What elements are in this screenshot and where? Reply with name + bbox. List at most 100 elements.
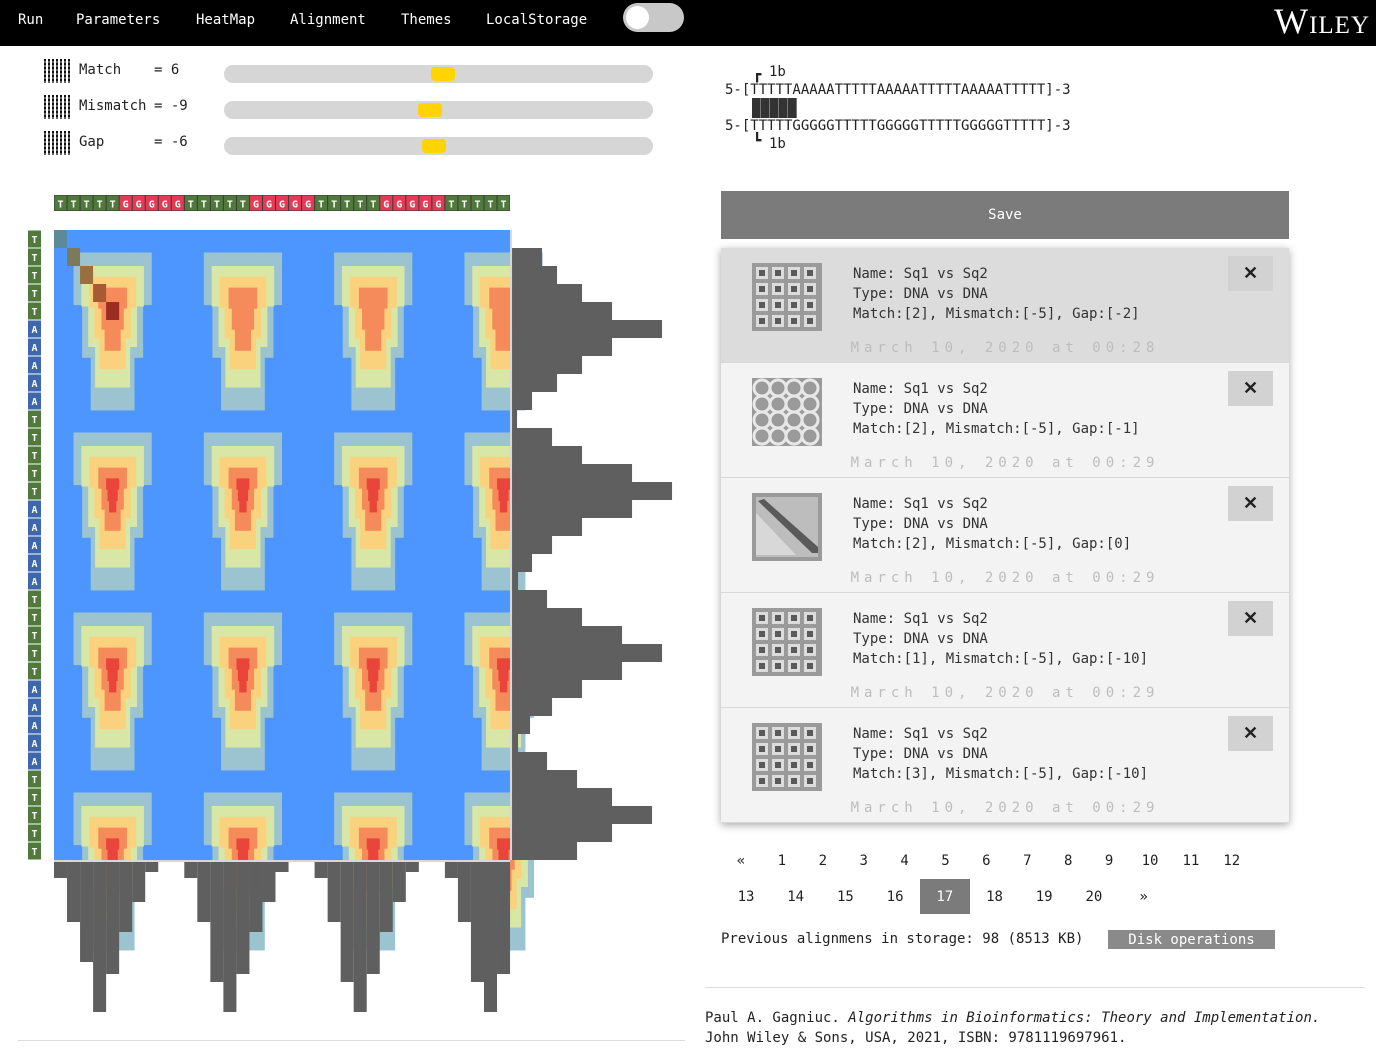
- row-histogram-bar: [512, 392, 533, 410]
- column-histogram-bar: [327, 862, 341, 922]
- menu-heatmap[interactable]: HeatMap: [196, 12, 255, 28]
- left-base-label: A: [31, 325, 37, 336]
- top-base-label: T: [110, 200, 116, 211]
- card-info: Name: Sq1 vs Sq2 Type: DNA vs DNA Match:[2…: [853, 494, 1131, 554]
- top-base-label: G: [123, 200, 129, 211]
- left-base-label: A: [31, 757, 37, 768]
- menu-run[interactable]: Run: [18, 12, 43, 28]
- theme-toggle[interactable]: [623, 3, 684, 32]
- delete-record-button[interactable]: ✕: [1228, 371, 1273, 406]
- histogram-divider: [510, 230, 513, 860]
- page-link[interactable]: 12: [1208, 843, 1256, 878]
- card-params: Match:[2], Mismatch:[-5], Gap:[0]: [853, 536, 1132, 552]
- delete-record-button[interactable]: ✕: [1228, 486, 1273, 521]
- page-next[interactable]: »: [1119, 879, 1169, 914]
- score-cell: [239, 667, 247, 693]
- menu-parameters[interactable]: Parameters: [76, 12, 160, 28]
- saved-alignment-card[interactable]: Name: Sq1 vs Sq2 Type: DNA vs DNA Match:[2…: [721, 478, 1289, 593]
- save-button[interactable]: Save: [721, 191, 1289, 239]
- matrix-icon: [44, 59, 70, 83]
- row-histogram-bar: [512, 446, 583, 464]
- gap-slider[interactable]: [224, 137, 653, 155]
- card-date: March 10, 2020 at 00:29: [850, 800, 1160, 816]
- top-base-label: T: [331, 200, 337, 211]
- row-histogram-bar: [512, 572, 519, 590]
- column-histogram-bar: [132, 862, 146, 902]
- card-info: Name: Sq1 vs Sq2 Type: DNA vs DNA Match:[2…: [853, 379, 1140, 439]
- left-base-label: T: [31, 307, 37, 318]
- menu-alignment[interactable]: Alignment: [290, 12, 366, 28]
- row-histogram-bar: [512, 806, 653, 824]
- column-histogram-bar: [223, 862, 237, 1012]
- top-base-label: T: [344, 200, 350, 211]
- card-date: March 10, 2020 at 00:28: [850, 340, 1160, 356]
- saved-alignment-card[interactable]: Name: Sq1 vs Sq2 Type: DNA vs DNA Match:[2…: [721, 248, 1289, 363]
- column-histogram-bar: [353, 862, 367, 1012]
- page-link[interactable]: 17: [919, 879, 970, 914]
- match-slider[interactable]: [224, 65, 653, 83]
- page-link[interactable]: 16: [870, 879, 920, 914]
- saved-alignment-card[interactable]: Name: Sq1 vs Sq2 Type: DNA vs DNA Match:[1…: [721, 593, 1289, 708]
- saved-alignment-card[interactable]: Name: Sq1 vs Sq2 Type: DNA vs DNA Match:[2…: [721, 363, 1289, 478]
- page-link[interactable]: 19: [1019, 879, 1069, 914]
- top-base-label: T: [71, 200, 77, 211]
- column-histogram-bar: [145, 862, 159, 872]
- slider-thumb[interactable]: [430, 67, 455, 81]
- disk-operations-button[interactable]: Disk operations: [1108, 930, 1275, 949]
- column-histogram-bar: [249, 862, 263, 932]
- left-base-label: A: [31, 685, 37, 696]
- left-base-label: T: [31, 253, 37, 264]
- row-histogram-bar: [512, 428, 553, 446]
- left-base-label: T: [31, 271, 37, 282]
- slider-thumb[interactable]: [417, 103, 442, 117]
- top-base-label: T: [57, 200, 63, 211]
- column-histogram-bar: [444, 862, 458, 878]
- slider-thumb[interactable]: [422, 139, 447, 153]
- column-histogram-bar: [93, 862, 107, 1012]
- menu-localstorage[interactable]: LocalStorage: [486, 12, 587, 28]
- left-base-label: T: [31, 829, 37, 840]
- alignment-heatmap: T T T T T G G G G G T T T T T G G G G G T T T T T G G G G G T T T T TTTTTT…: [28, 195, 673, 1012]
- top-base-label: G: [396, 200, 402, 211]
- sequence-2: 5-[TTTTTGGGGGTTTTTGGGGGTTTTTGGGGGTTTTT]-…: [725, 118, 1071, 134]
- column-histogram-bar: [457, 862, 471, 922]
- left-base-label: T: [31, 847, 37, 858]
- page-link[interactable]: 14: [771, 879, 821, 914]
- page-link[interactable]: 15: [820, 879, 870, 914]
- card-info: Name: Sq1 vs Sq2 Type: DNA vs DNA Match:[3…: [853, 724, 1148, 784]
- left-base-label: A: [31, 397, 37, 408]
- row-histogram-bar: [512, 698, 553, 716]
- delete-record-button[interactable]: ✕: [1228, 256, 1273, 291]
- row-histogram-bar: [512, 626, 623, 644]
- saved-alignment-card[interactable]: Name: Sq1 vs Sq2 Type: DNA vs DNA Match:[3…: [721, 708, 1289, 823]
- param-label: Gap: [79, 134, 105, 150]
- delete-record-button[interactable]: ✕: [1228, 716, 1273, 751]
- delete-record-button[interactable]: ✕: [1228, 601, 1273, 636]
- traceback-cell: [54, 230, 68, 248]
- divider: [18, 1040, 685, 1041]
- row-histogram-bar: [512, 464, 633, 482]
- card-type: Type: DNA vs DNA: [853, 516, 988, 532]
- column-histogram-bar: [392, 862, 406, 902]
- row-histogram-bar: [512, 680, 583, 698]
- wiley-logo: Wiley: [1274, 1, 1370, 41]
- top-base-label: T: [501, 200, 507, 211]
- score-cell: [369, 667, 377, 693]
- score-cell: [495, 304, 512, 351]
- card-params: Match:[1], Mismatch:[-5], Gap:[-10]: [853, 651, 1149, 667]
- left-base-label: A: [31, 739, 37, 750]
- page-link[interactable]: 18: [970, 879, 1020, 914]
- top-base-label: T: [357, 200, 363, 211]
- score-cell: [499, 487, 508, 513]
- row-histogram-bar: [512, 320, 663, 338]
- top-base-label: G: [266, 200, 272, 211]
- mismatch-slider[interactable]: [224, 101, 653, 119]
- top-base-label: T: [448, 200, 454, 211]
- page-link[interactable]: 20: [1069, 879, 1119, 914]
- card-type: Type: DNA vs DNA: [853, 631, 988, 647]
- left-base-label: T: [31, 289, 37, 300]
- card-name: Name: Sq1 vs Sq2: [853, 496, 988, 512]
- card-info: Name: Sq1 vs Sq2 Type: DNA vs DNA Match:[2…: [853, 264, 1140, 324]
- page-link[interactable]: 13: [721, 879, 771, 914]
- menu-themes[interactable]: Themes: [401, 12, 452, 28]
